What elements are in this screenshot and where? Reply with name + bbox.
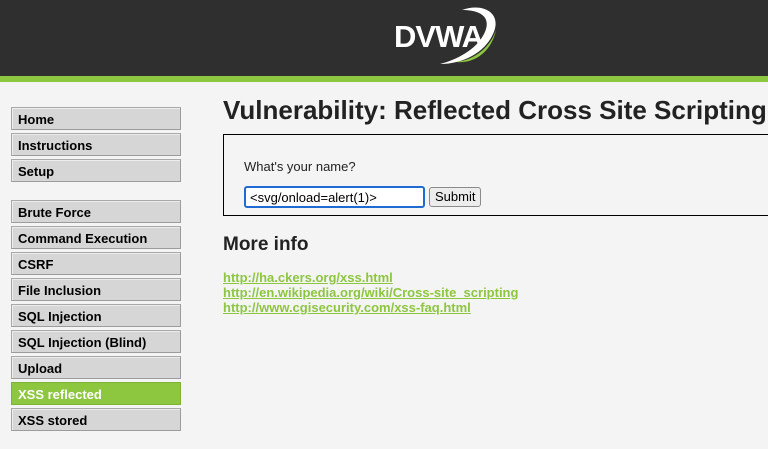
sidebar-item-home[interactable]: Home xyxy=(11,107,181,130)
dvwa-logo-icon: DVWA xyxy=(394,7,496,64)
link-ha-ckers-xss[interactable]: http://ha.ckers.org/xss.html xyxy=(223,270,518,285)
sidebar-item-sql-injection[interactable]: SQL Injection xyxy=(11,304,181,327)
link-wikipedia-xss[interactable]: http://en.wikipedia.org/wiki/Cross-site_… xyxy=(223,285,518,300)
menu-group-vulnerabilities: Brute Force Command Execution CSRF File … xyxy=(11,200,181,431)
more-info-links: http://ha.ckers.org/xss.html http://en.w… xyxy=(223,270,518,315)
page-title: Vulnerability: Reflected Cross Site Scri… xyxy=(223,95,767,125)
logo-text: DVWA xyxy=(394,19,484,54)
more-info-heading: More info xyxy=(223,234,309,255)
dvwa-logo[interactable]: DVWA xyxy=(392,4,504,68)
submit-button[interactable]: Submit xyxy=(429,187,482,207)
header-accent-bar xyxy=(0,76,768,82)
sidebar-item-xss-stored[interactable]: XSS stored xyxy=(11,408,181,431)
name-label: What's your name? xyxy=(244,159,356,174)
sidebar-item-command-execution[interactable]: Command Execution xyxy=(11,226,181,249)
vulnerability-form-box: What's your name? Submit xyxy=(223,134,768,216)
sidebar-item-instructions[interactable]: Instructions xyxy=(11,133,181,156)
sidebar-menu: Home Instructions Setup Brute Force Comm… xyxy=(11,107,181,449)
sidebar-item-xss-reflected[interactable]: XSS reflected xyxy=(11,382,181,405)
sidebar-item-brute-force[interactable]: Brute Force xyxy=(11,200,181,223)
sidebar-item-file-inclusion[interactable]: File Inclusion xyxy=(11,278,181,301)
sidebar-item-upload[interactable]: Upload xyxy=(11,356,181,379)
sidebar-item-csrf[interactable]: CSRF xyxy=(11,252,181,275)
main-content: Vulnerability: Reflected Cross Site Scri… xyxy=(223,94,768,315)
site-header: DVWA xyxy=(0,0,768,76)
menu-group-general: Home Instructions Setup xyxy=(11,107,181,182)
name-input[interactable] xyxy=(244,186,425,208)
sidebar-item-setup[interactable]: Setup xyxy=(11,159,181,182)
link-cgisecurity-xss-faq[interactable]: http://www.cgisecurity.com/xss-faq.html xyxy=(223,300,518,315)
sidebar-item-sql-injection-blind[interactable]: SQL Injection (Blind) xyxy=(11,330,181,353)
